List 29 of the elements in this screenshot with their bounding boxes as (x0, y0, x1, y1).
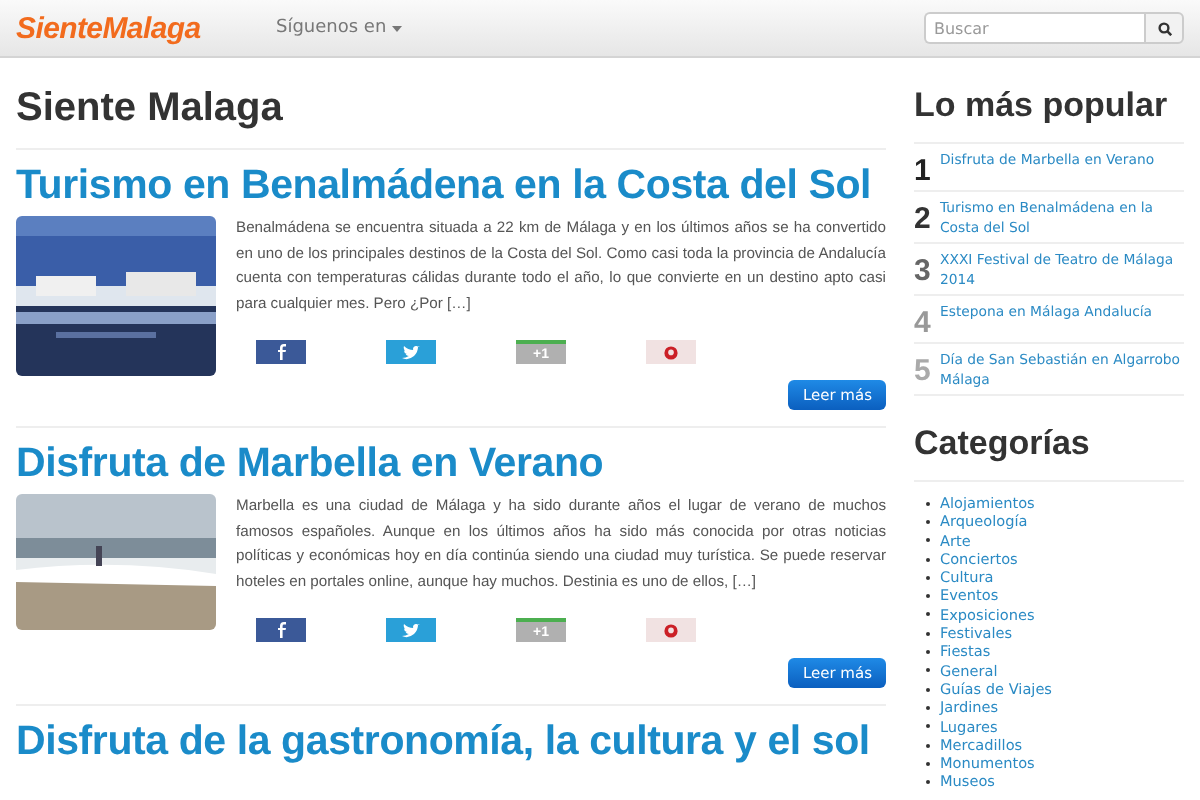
article-title[interactable]: Disfruta de la gastronomía, la cultura y el sol (16, 718, 870, 766)
pin-icon (664, 623, 678, 637)
bird-icon (402, 623, 420, 637)
rank-number: 5 (914, 356, 932, 386)
facebook-share-button[interactable] (256, 618, 306, 642)
rank-number: 1 (914, 156, 932, 186)
f-letter-icon (277, 344, 285, 360)
rank-number: 4 (914, 308, 932, 338)
f-letter-icon (277, 622, 285, 638)
facebook-share-button[interactable] (256, 340, 306, 364)
rank-number: 3 (914, 256, 932, 286)
pinterest-share-button[interactable] (646, 340, 696, 364)
bird-icon (402, 345, 420, 359)
rank-number: 2 (914, 204, 932, 234)
article-title[interactable]: Turismo en Benalmádena en la Costa del Sol (16, 162, 872, 210)
caret-icon (392, 25, 403, 31)
pin-icon (664, 345, 678, 359)
search-field[interactable]: Buscar (924, 12, 1144, 44)
pinterest-share-button[interactable] (646, 618, 696, 642)
search-button[interactable] (1144, 12, 1184, 44)
search-icon (1157, 21, 1171, 35)
page-title: Siente Malaga (16, 86, 285, 132)
site-logo[interactable]: SienteMalaga (16, 11, 276, 45)
popular-heading: Lo más popular (914, 86, 1170, 126)
article-title[interactable]: Disfruta de Marbella en Verano (16, 440, 604, 488)
follow-menu[interactable]: Síguenos en (276, 18, 403, 38)
twitter-share-button[interactable] (386, 340, 436, 364)
twitter-share-button[interactable] (386, 618, 436, 642)
categories-heading: Categorías (914, 424, 1092, 464)
